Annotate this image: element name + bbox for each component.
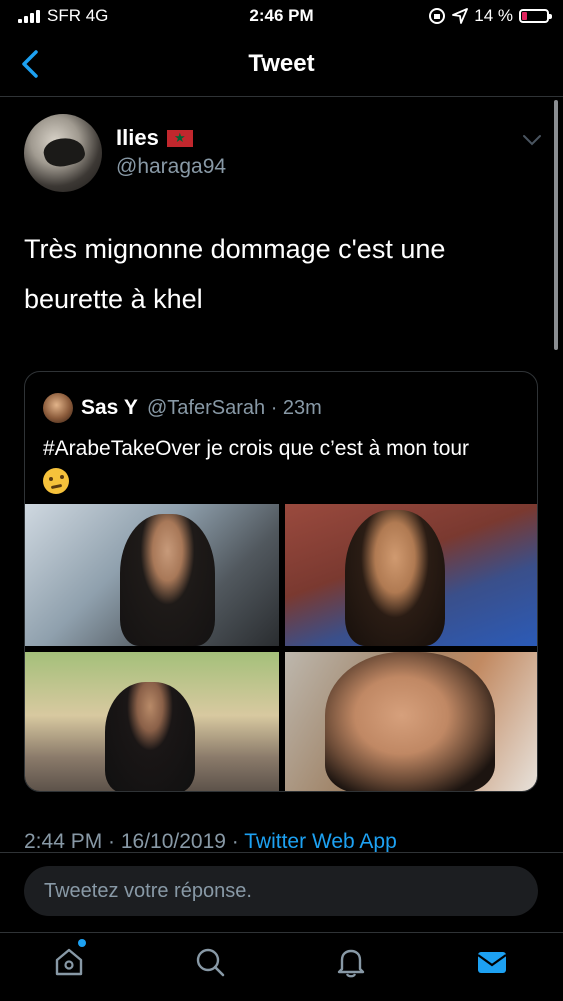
chevron-down-icon[interactable]: [520, 130, 544, 150]
author-handle[interactable]: @haraga94: [116, 155, 226, 179]
orientation-lock-icon: [429, 8, 446, 24]
location-icon: [452, 8, 469, 24]
media-photo[interactable]: [285, 652, 537, 791]
author-name-row[interactable]: Ilies: [116, 125, 193, 151]
bell-icon: [337, 949, 365, 978]
home-icon: [55, 948, 83, 976]
battery-percent: 14 %: [474, 6, 513, 25]
woozy-face-emoji-icon: [43, 468, 69, 495]
battery-icon: [519, 9, 552, 23]
envelope-icon: [477, 952, 507, 973]
quoted-tweet-text-line: #ArabeTakeOver je crois que c’est à mon …: [43, 437, 470, 460]
page-title: Tweet: [248, 50, 315, 77]
author-avatar[interactable]: [24, 114, 102, 192]
new-content-dot: [78, 939, 86, 947]
tweet-text: Très mignonne dommage c'est une beurette…: [24, 224, 534, 324]
tab-notifications[interactable]: [334, 945, 374, 985]
tweet-text-line: Très mignonne dommage c'est une: [24, 234, 446, 264]
reply-input[interactable]: [24, 866, 538, 916]
quoted-tweet-text: #ArabeTakeOver je crois que c’est à mon …: [43, 434, 523, 495]
scrollbar[interactable]: [554, 100, 558, 350]
quoted-author-avatar: [43, 393, 73, 423]
tab-home[interactable]: [52, 945, 92, 985]
tweet-meta: 2:44 PM · 16/10/2019 · Twitter Web App: [24, 830, 397, 854]
tab-messages[interactable]: [475, 945, 515, 985]
search-icon: [196, 948, 225, 977]
tab-search[interactable]: [193, 945, 233, 985]
author-name[interactable]: Ilies: [116, 125, 159, 151]
media-grid: [25, 504, 537, 791]
media-photo[interactable]: [285, 504, 537, 646]
quoted-author-name: Sas Y: [81, 396, 138, 419]
media-photo[interactable]: [25, 652, 279, 791]
source-app-link[interactable]: Twitter Web App: [244, 830, 397, 853]
quoted-tweet-card[interactable]: Sas Y @TaferSarah · 23m #ArabeTakeOver j…: [24, 371, 538, 792]
status-right: 14 %: [428, 6, 552, 26]
quoted-author-handle-time: @TaferSarah · 23m: [147, 397, 322, 419]
reply-bar: [0, 852, 563, 933]
nav-header: Tweet: [0, 34, 563, 97]
tweet-text-line: beurette à khel: [24, 284, 203, 314]
media-photo[interactable]: [25, 504, 279, 646]
tweet-timestamp: 2:44 PM · 16/10/2019 ·: [24, 830, 245, 853]
status-bar: SFR 4G 2:46 PM 14 %: [0, 0, 563, 34]
morocco-flag-icon: [166, 129, 193, 147]
